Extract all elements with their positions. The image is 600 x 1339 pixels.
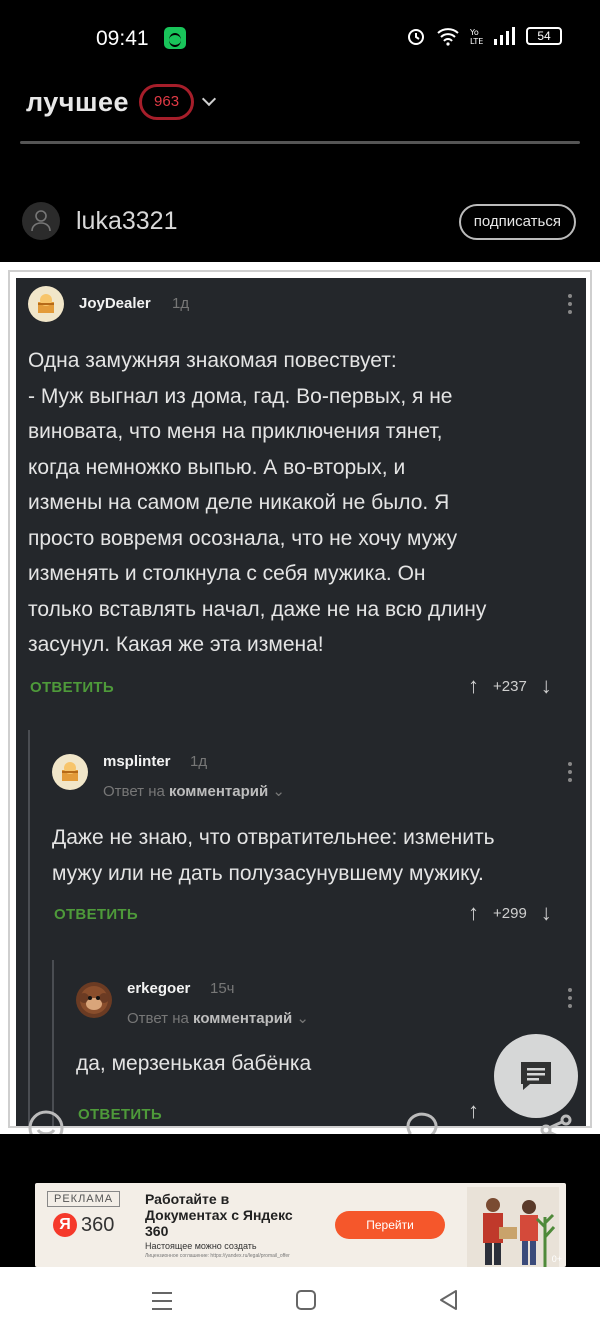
comment-username[interactable]: JoyDealer bbox=[79, 295, 151, 312]
spotify-icon bbox=[164, 27, 186, 49]
ad-fine-print: Лицензионное соглашение: https://yandex.… bbox=[145, 1253, 290, 1259]
user-avatar-icon[interactable] bbox=[22, 202, 60, 240]
reply-button[interactable]: ОТВЕТИТЬ bbox=[54, 906, 138, 923]
comment-username[interactable]: msplinter bbox=[103, 753, 171, 770]
comment-score: +299 bbox=[493, 904, 527, 922]
header-divider bbox=[20, 141, 580, 144]
reply-to[interactable]: Ответ на комментарий ⌄ bbox=[103, 782, 285, 800]
comment-username[interactable]: erkegoer bbox=[127, 980, 190, 997]
system-nav-bar bbox=[0, 1267, 600, 1339]
ad-subtitle: Настоящее можно создать bbox=[145, 1241, 257, 1251]
back-icon[interactable] bbox=[438, 1289, 460, 1311]
avatar[interactable] bbox=[28, 286, 64, 322]
ad-banner[interactable]: РЕКЛАМА Я 360 Работайте в Документах с Я… bbox=[35, 1183, 566, 1267]
volte-icon: YoLTE bbox=[470, 28, 483, 46]
avatar[interactable] bbox=[76, 982, 112, 1018]
svg-text:Yo: Yo bbox=[470, 28, 479, 37]
comment-text: Даже не знаю, что отвратительнее: измени… bbox=[52, 826, 495, 885]
vote-controls: ↑ +237 ↓ bbox=[468, 673, 552, 699]
more-options-icon[interactable] bbox=[568, 762, 574, 784]
downvote-icon[interactable]: ↓ bbox=[541, 900, 552, 926]
more-options-icon[interactable] bbox=[568, 294, 574, 316]
chevron-down-icon[interactable]: ⌄ bbox=[272, 783, 285, 800]
thread-line bbox=[52, 960, 54, 1126]
page-title[interactable]: лучшее bbox=[26, 87, 129, 118]
more-options-icon[interactable] bbox=[568, 988, 574, 1010]
chevron-down-icon[interactable]: ⌄ bbox=[296, 1010, 309, 1027]
age-rating: 0+ bbox=[551, 1254, 562, 1264]
comments-screenshot: JoyDealer 1д Одна замужняя знакомая пове… bbox=[16, 278, 586, 1126]
feed-header[interactable]: лучшее 963 bbox=[26, 84, 217, 120]
status-time: 09:41 bbox=[96, 27, 149, 50]
post-author-row: luka3321 подписаться bbox=[20, 200, 580, 244]
subscribe-button[interactable]: подписаться bbox=[458, 204, 576, 240]
chevron-down-icon[interactable] bbox=[201, 91, 217, 107]
avatar[interactable] bbox=[52, 754, 88, 790]
comment-score: +237 bbox=[493, 677, 527, 695]
wifi-icon bbox=[437, 28, 459, 46]
comment-time: 1д bbox=[172, 295, 190, 312]
ad-label: РЕКЛАМА bbox=[47, 1191, 121, 1207]
status-bar: 09:41 Yo LTE 54 bbox=[0, 0, 600, 76]
downvote-icon[interactable]: ↓ bbox=[541, 673, 552, 699]
comment-2: msplinter 1д Ответ на комментарий ⌄ Даже… bbox=[40, 738, 586, 938]
ad-people-image bbox=[467, 1187, 559, 1267]
reply-to[interactable]: Ответ на комментарий ⌄ bbox=[127, 1009, 309, 1027]
signal-icon bbox=[494, 27, 515, 45]
alarm-icon bbox=[408, 29, 424, 45]
comment-time: 1д bbox=[190, 753, 208, 770]
comment-time: 15ч bbox=[210, 980, 235, 997]
upvote-icon[interactable]: ↑ bbox=[468, 900, 479, 926]
thread-line bbox=[28, 730, 30, 1126]
status-icons: Yo LTE 54 bbox=[406, 26, 562, 46]
ad-cta-button[interactable]: Перейти bbox=[335, 1211, 445, 1239]
upvote-icon[interactable]: ↑ bbox=[468, 673, 479, 699]
count-badge: 963 bbox=[139, 84, 195, 120]
post-author-name[interactable]: luka3321 bbox=[76, 207, 177, 236]
battery-icon: 54 bbox=[526, 27, 562, 45]
ad-title: Работайте в Документах с Яндекс 360 bbox=[145, 1191, 293, 1239]
home-icon[interactable] bbox=[295, 1289, 317, 1311]
post-image: JoyDealer 1д Одна замужняя знакомая пове… bbox=[0, 262, 600, 1134]
svg-text:LTE: LTE bbox=[470, 37, 483, 46]
comments-fab[interactable] bbox=[494, 1034, 578, 1118]
comment-text: Одна замужняя знакомая повествует: - Муж… bbox=[28, 349, 487, 656]
menu-icon[interactable] bbox=[150, 1289, 174, 1313]
yandex-360-logo: Я 360 bbox=[53, 1213, 114, 1237]
post-image-border: JoyDealer 1д Одна замужняя знакомая пове… bbox=[8, 270, 592, 1128]
vote-controls: ↑ +299 ↓ bbox=[468, 900, 552, 926]
comments-icon bbox=[521, 1062, 551, 1090]
comment-1: JoyDealer 1д Одна замужняя знакомая пове… bbox=[16, 278, 586, 718]
reply-button[interactable]: ОТВЕТИТЬ bbox=[30, 679, 114, 696]
